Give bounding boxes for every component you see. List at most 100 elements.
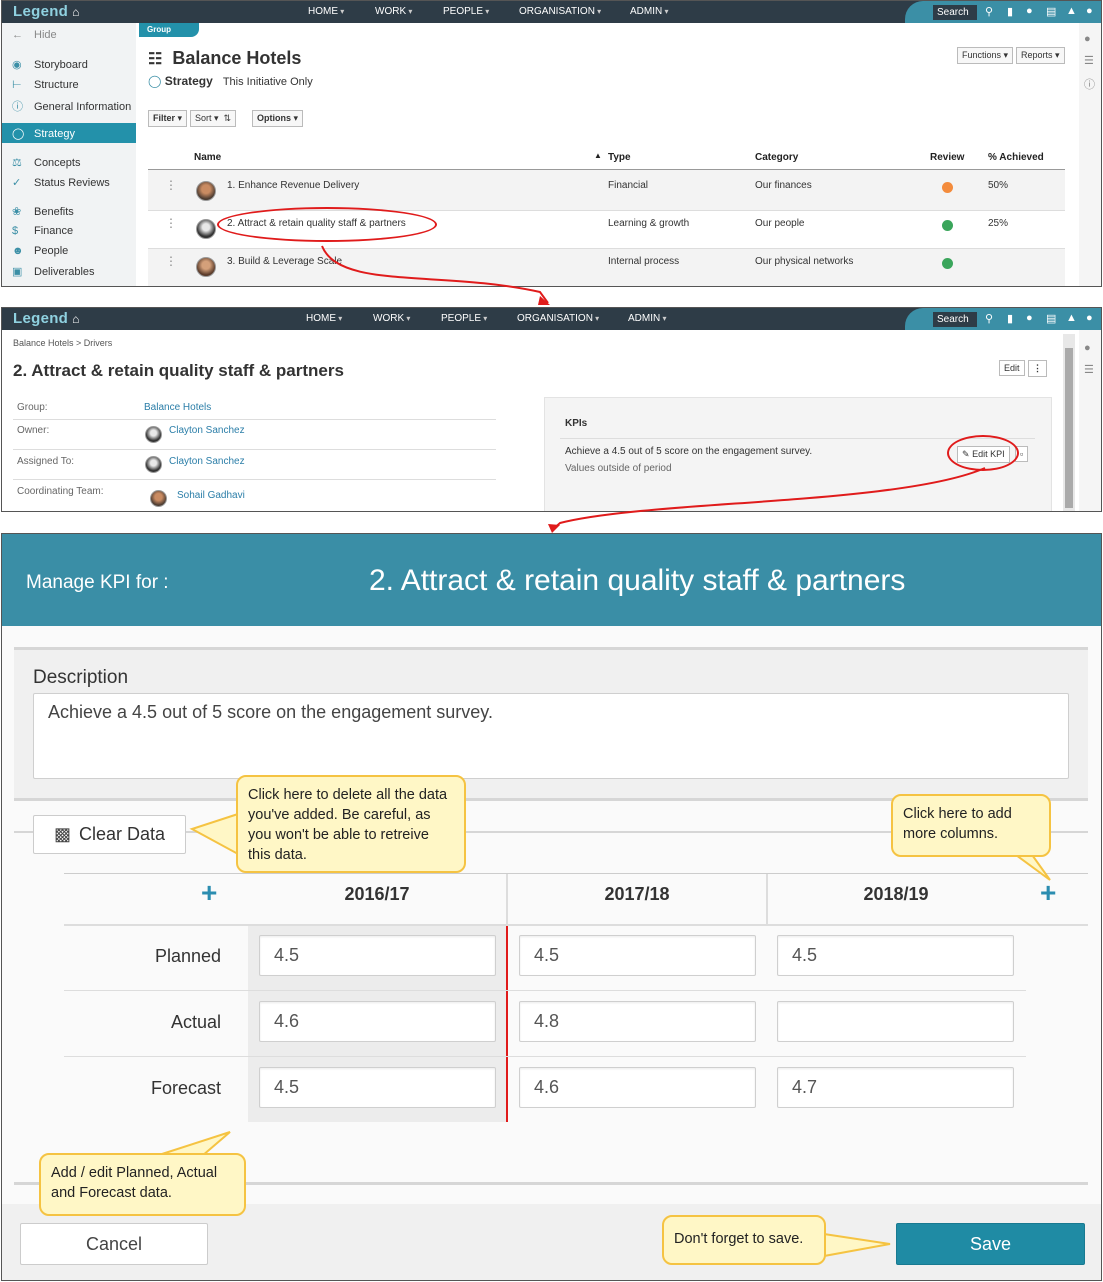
sidebar-item-benefits[interactable]: ❀ Benefits [12,205,74,218]
strategy-list-screenshot: Legend⌂ HOME WORK PEOPLE ORGANISATION AD… [1,0,1102,287]
bookmark-icon[interactable]: ▮ [1007,5,1013,18]
more-menu-icon[interactable]: ⋮ [1028,360,1047,377]
nav-admin[interactable]: ADMIN [630,6,668,17]
sidebar-item-general-information[interactable]: ⓘ General Information [12,98,131,114]
toolbar-right: Search ⚲ ▮ ● ▤ ▲ ● [905,308,1101,330]
nav-people[interactable]: PEOPLE [441,313,487,324]
sidebar-item-structure[interactable]: ⊢ Structure [12,78,79,91]
user-icon[interactable]: ● [1086,5,1093,17]
sidebar-hide[interactable]: ← Hide [12,29,57,41]
list-icon[interactable]: ☰ [1084,54,1094,67]
save-button[interactable]: Save [896,1223,1085,1265]
planned-2016-input[interactable]: 4.5 [259,935,496,976]
logo[interactable]: Legend ⌂ [13,3,80,20]
sidebar-item-status-reviews[interactable]: ✓ Status Reviews [12,176,110,189]
sidebar-item-concepts[interactable]: ⚖ Concepts [12,156,80,169]
actual-2017-input[interactable]: 4.8 [519,1001,756,1042]
nav-home[interactable]: HOME [308,6,344,17]
nav-home[interactable]: HOME [306,313,342,324]
field-value-assigned[interactable]: Clayton Sanchez [169,456,245,467]
field-value-group[interactable]: Balance Hotels [144,402,211,413]
forecast-2017-input[interactable]: 4.6 [519,1067,756,1108]
description-textarea[interactable]: Achieve a 4.5 out of 5 score on the enga… [33,693,1069,779]
breadcrumb[interactable]: Balance Hotels > Drivers [13,338,112,348]
field-label-assigned: Assigned To: [17,456,75,467]
avatar [145,426,162,443]
clear-data-button[interactable]: ▩ Clear Data [33,815,186,854]
comment-icon[interactable]: ● [1084,33,1091,45]
add-column-right-icon[interactable]: + [1040,879,1056,907]
col-type[interactable]: Type [608,152,631,163]
logo[interactable]: Legend ⌂ [13,310,80,327]
search-input[interactable]: Search [933,312,977,327]
scrollbar-thumb[interactable] [1065,348,1073,508]
review-status-green [942,220,953,231]
search-input[interactable]: Search [933,5,977,20]
nav-admin[interactable]: ADMIN [628,313,666,324]
compass-icon: ◯ [148,74,162,88]
forecast-2018-input[interactable]: 4.7 [777,1067,1014,1108]
dialog-header-prefix: Manage KPI for : [26,572,169,593]
drag-handle-icon[interactable]: ⋮ [165,254,177,268]
sort-asc-icon[interactable]: ▲ [594,151,602,160]
truck-icon: ▣ [12,266,23,278]
sidebar-item-finance[interactable]: $ Finance [12,225,73,237]
row-name-link[interactable]: 3. Build & Leverage Scale [227,256,342,267]
edit-button[interactable]: Edit [999,360,1025,376]
functions-dropdown[interactable]: Functions ▾ [957,47,1014,64]
col-name[interactable]: Name [194,152,221,163]
driver-detail-screenshot: Legend⌂ HOME WORK PEOPLE ORGANISATION AD… [1,307,1102,512]
actual-2016-input[interactable]: 4.6 [259,1001,496,1042]
sidebar-item-deliverables[interactable]: ▣ Deliverables [12,265,95,278]
right-rail: ● ☰ ⓘ [1079,23,1101,286]
col-achieved[interactable]: % Achieved [988,152,1044,163]
row-name-link[interactable]: 1. Enhance Revenue Delivery [227,180,359,191]
nav-work[interactable]: WORK [375,6,412,17]
document-icon[interactable]: ▤ [1046,312,1056,325]
planned-2017-input[interactable]: 4.5 [519,935,756,976]
help-icon[interactable]: ⓘ [1084,76,1095,92]
add-column-left-icon[interactable]: + [201,879,217,907]
actual-2018-input[interactable] [777,1001,1014,1042]
field-value-owner[interactable]: Clayton Sanchez [169,425,245,436]
nav-organisation[interactable]: ORGANISATION [517,313,599,324]
cancel-button[interactable]: Cancel [20,1223,208,1265]
search-icon[interactable]: ⚲ [985,312,993,325]
forecast-2016-input[interactable]: 4.5 [259,1067,496,1108]
user-icon[interactable]: ● [1086,312,1093,324]
home-icon[interactable]: ⌂ [72,5,80,19]
options-dropdown[interactable]: Options ▾ [252,110,304,127]
info-icon: ⓘ [12,101,23,113]
list-icon[interactable]: ☰ [1084,363,1094,376]
sidebar-item-people[interactable]: ☻ People [12,245,68,257]
drag-handle-icon[interactable]: ⋮ [165,216,177,230]
sidebar-item-storyboard[interactable]: ◉ Storyboard [12,58,88,71]
chat-icon[interactable]: ● [1026,5,1033,17]
col-category[interactable]: Category [755,152,798,163]
bookmark-icon[interactable]: ▮ [1007,312,1013,325]
col-review[interactable]: Review [930,152,964,163]
reports-dropdown[interactable]: Reports ▾ [1016,47,1065,64]
sidebar-item-strategy-label[interactable]: ◯ Strategy [12,127,75,140]
row-label-planned: Planned [154,946,221,966]
row-divider [148,248,1065,249]
nav-work[interactable]: WORK [373,313,410,324]
chat-icon[interactable]: ● [1026,312,1033,324]
document-icon[interactable]: ▤ [1046,5,1056,18]
nav-organisation[interactable]: ORGANISATION [519,6,601,17]
filter-dropdown[interactable]: Filter ▾ [148,110,188,127]
drag-handle-icon[interactable]: ⋮ [165,178,177,192]
bell-icon[interactable]: ▲ [1066,312,1077,324]
field-value-team[interactable]: Sohail Gadhavi [177,490,245,501]
sort-dropdown[interactable]: Sort ▾ ⇅ [190,110,237,127]
divider [64,990,1026,991]
bell-icon[interactable]: ▲ [1066,5,1077,17]
search-icon[interactable]: ⚲ [985,5,993,18]
table-row[interactable] [148,248,1065,286]
planned-2018-input[interactable]: 4.5 [777,935,1014,976]
row-category: Our finances [755,180,812,191]
home-icon[interactable]: ⌂ [72,312,80,326]
comment-icon[interactable]: ● [1084,342,1091,354]
nav-people[interactable]: PEOPLE [443,6,489,17]
divider [64,924,1088,926]
